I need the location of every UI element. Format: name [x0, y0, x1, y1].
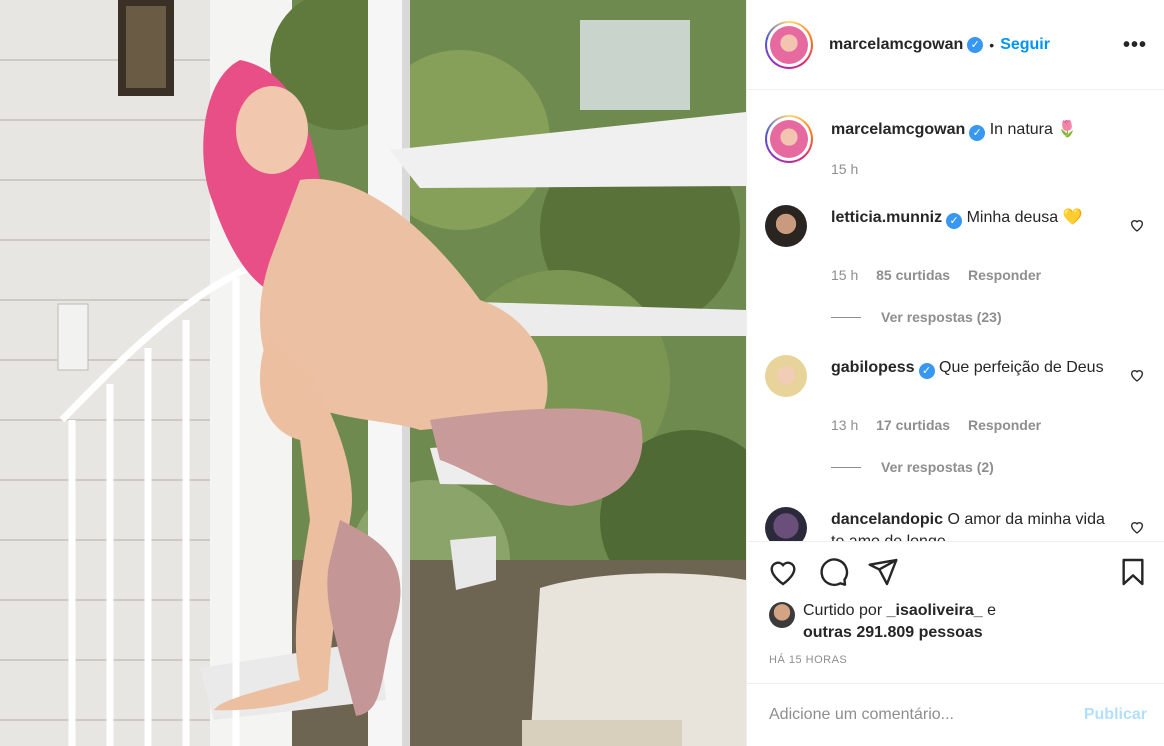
separator-dot: • — [989, 36, 995, 53]
bookmark-icon[interactable] — [1117, 556, 1149, 588]
caption-time[interactable]: 15 h — [831, 161, 858, 177]
view-replies-label: Ver respostas (23) — [881, 309, 1002, 325]
liker-avatar[interactable] — [769, 602, 795, 628]
commenter-avatar[interactable] — [765, 507, 807, 541]
comment-item: gabilopess ✓ Que perfeição de Deus 13 h 1… — [765, 355, 1145, 485]
comment-text: Que perfeição de Deus — [939, 359, 1104, 376]
post-actions: Curtido por _isaoliveira_ e outras 291.8… — [747, 541, 1164, 683]
verified-icon: ✓ — [918, 363, 935, 379]
add-comment-bar: Publicar — [747, 683, 1164, 746]
commenter-username[interactable]: letticia.munniz — [831, 209, 942, 226]
likes-connector: e — [987, 602, 997, 619]
commenter-avatar[interactable] — [765, 205, 807, 247]
comment-like-heart-icon[interactable] — [1129, 519, 1145, 535]
commenter-username[interactable]: gabilopess — [831, 359, 915, 376]
view-replies-button[interactable]: Ver respostas (2) — [831, 459, 994, 475]
likes-summary: Curtido por _isaoliveira_ e outras 291.8… — [769, 600, 996, 644]
comment-time[interactable]: 15 h — [831, 267, 858, 283]
comment-text: Minha deusa 💛 — [966, 209, 1083, 226]
view-replies-label: Ver respostas (2) — [881, 459, 994, 475]
author-username[interactable]: marcelamcgowan — [829, 36, 963, 54]
comments-list: marcelamcgowan ✓ In natura 🌷 15 h lettici… — [747, 91, 1164, 541]
comment-like-heart-icon[interactable] — [1129, 367, 1145, 383]
reply-button[interactable]: Responder — [968, 267, 1041, 283]
caption-username[interactable]: marcelamcgowan — [831, 121, 965, 138]
comment-icon[interactable] — [817, 556, 849, 588]
liker-username[interactable]: _isaoliveira_ — [887, 602, 983, 619]
post-image[interactable] — [0, 0, 746, 746]
likes-prefix: Curtido por — [803, 602, 883, 619]
comment-time[interactable]: 13 h — [831, 417, 858, 433]
post-photo-illustration — [0, 0, 746, 746]
publish-button[interactable]: Publicar — [1084, 706, 1147, 724]
comment-likes[interactable]: 85 curtidas — [876, 267, 950, 283]
post-timestamp[interactable]: HÁ 15 HORAS — [769, 654, 847, 666]
commenter-username[interactable]: dancelandopic — [831, 511, 943, 528]
follow-button[interactable]: Seguir — [1000, 36, 1050, 54]
post-header: marcelamcgowan ✓ • Seguir ••• — [747, 0, 1164, 90]
caption-avatar[interactable] — [765, 115, 813, 163]
verified-icon: ✓ — [946, 213, 963, 229]
share-icon[interactable] — [867, 556, 899, 588]
comment-item: letticia.munniz ✓ Minha deusa 💛 15 h 85 c… — [765, 205, 1145, 335]
caption: marcelamcgowan ✓ In natura 🌷 15 h — [765, 115, 1145, 187]
caption-text: In natura 🌷 — [989, 121, 1078, 138]
commenter-avatar[interactable] — [765, 355, 807, 397]
heart-icon[interactable] — [767, 556, 799, 588]
more-options-icon[interactable]: ••• — [1123, 34, 1147, 57]
reply-button[interactable]: Responder — [968, 417, 1041, 433]
comment-input[interactable] — [769, 706, 1084, 724]
likes-others[interactable]: outras 291.809 pessoas — [803, 624, 983, 641]
author-avatar[interactable] — [765, 20, 813, 69]
verified-icon: ✓ — [967, 36, 984, 53]
comment-likes[interactable]: 17 curtidas — [876, 417, 950, 433]
verified-icon: ✓ — [969, 125, 986, 141]
post-sidebar: marcelamcgowan ✓ • Seguir ••• marcelamcg… — [746, 0, 1164, 746]
view-replies-button[interactable]: Ver respostas (23) — [831, 309, 1002, 325]
comment-item: dancelandopic O amor da minha vida te am… — [765, 507, 1145, 541]
comment-like-heart-icon[interactable] — [1129, 217, 1145, 233]
